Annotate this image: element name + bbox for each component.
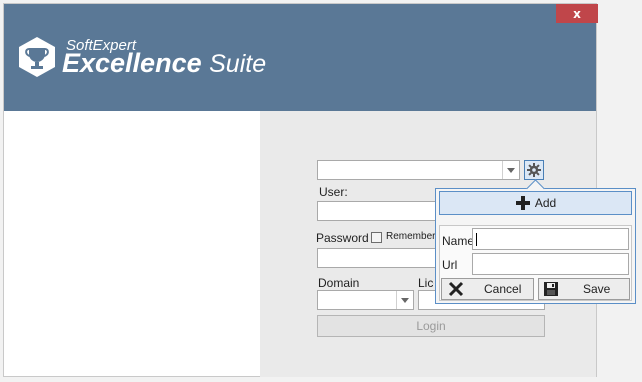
user-label: User: bbox=[319, 185, 348, 199]
login-button[interactable]: Login bbox=[317, 315, 545, 337]
header-banner: x SoftExpert Excellence Suite bbox=[4, 4, 598, 111]
trophy-icon bbox=[19, 37, 55, 77]
add-server-button[interactable]: Add bbox=[439, 191, 632, 215]
close-label: x bbox=[573, 6, 581, 21]
server-url-label: Url bbox=[442, 258, 458, 272]
domain-select[interactable] bbox=[317, 290, 414, 310]
server-name-input[interactable] bbox=[472, 228, 629, 250]
server-select[interactable] bbox=[317, 160, 520, 180]
password-label: Password bbox=[316, 231, 369, 245]
remember-me-checkbox[interactable] bbox=[371, 232, 382, 243]
server-url-input[interactable] bbox=[472, 253, 629, 275]
cancel-label: Cancel bbox=[484, 282, 522, 296]
chevron-down-icon bbox=[401, 297, 409, 303]
remember-me-label: Remember me bbox=[386, 231, 436, 242]
license-label: License bbox=[418, 276, 434, 290]
plus-icon bbox=[515, 196, 530, 210]
login-button-label: Login bbox=[416, 319, 446, 333]
brand-title: Excellence Suite bbox=[62, 48, 266, 79]
add-server-label: Add bbox=[534, 196, 557, 210]
text-caret bbox=[476, 233, 477, 246]
domain-label: Domain bbox=[318, 276, 360, 290]
gear-icon bbox=[527, 163, 541, 177]
floppy-disk-icon bbox=[544, 282, 558, 296]
x-icon bbox=[448, 281, 464, 297]
close-button[interactable]: x bbox=[556, 4, 598, 23]
save-button[interactable]: Save bbox=[538, 278, 630, 300]
domain-dropdown-arrow[interactable] bbox=[396, 291, 413, 309]
server-settings-button[interactable] bbox=[524, 160, 544, 180]
brand-title-light: Suite bbox=[209, 50, 267, 78]
server-dropdown-arrow[interactable] bbox=[502, 161, 519, 179]
chevron-down-icon bbox=[507, 167, 515, 173]
cancel-button[interactable]: Cancel bbox=[441, 278, 534, 300]
brand-title-bold: Excellence bbox=[62, 48, 202, 78]
save-label: Save bbox=[583, 282, 611, 296]
server-name-label: Name bbox=[442, 234, 475, 248]
